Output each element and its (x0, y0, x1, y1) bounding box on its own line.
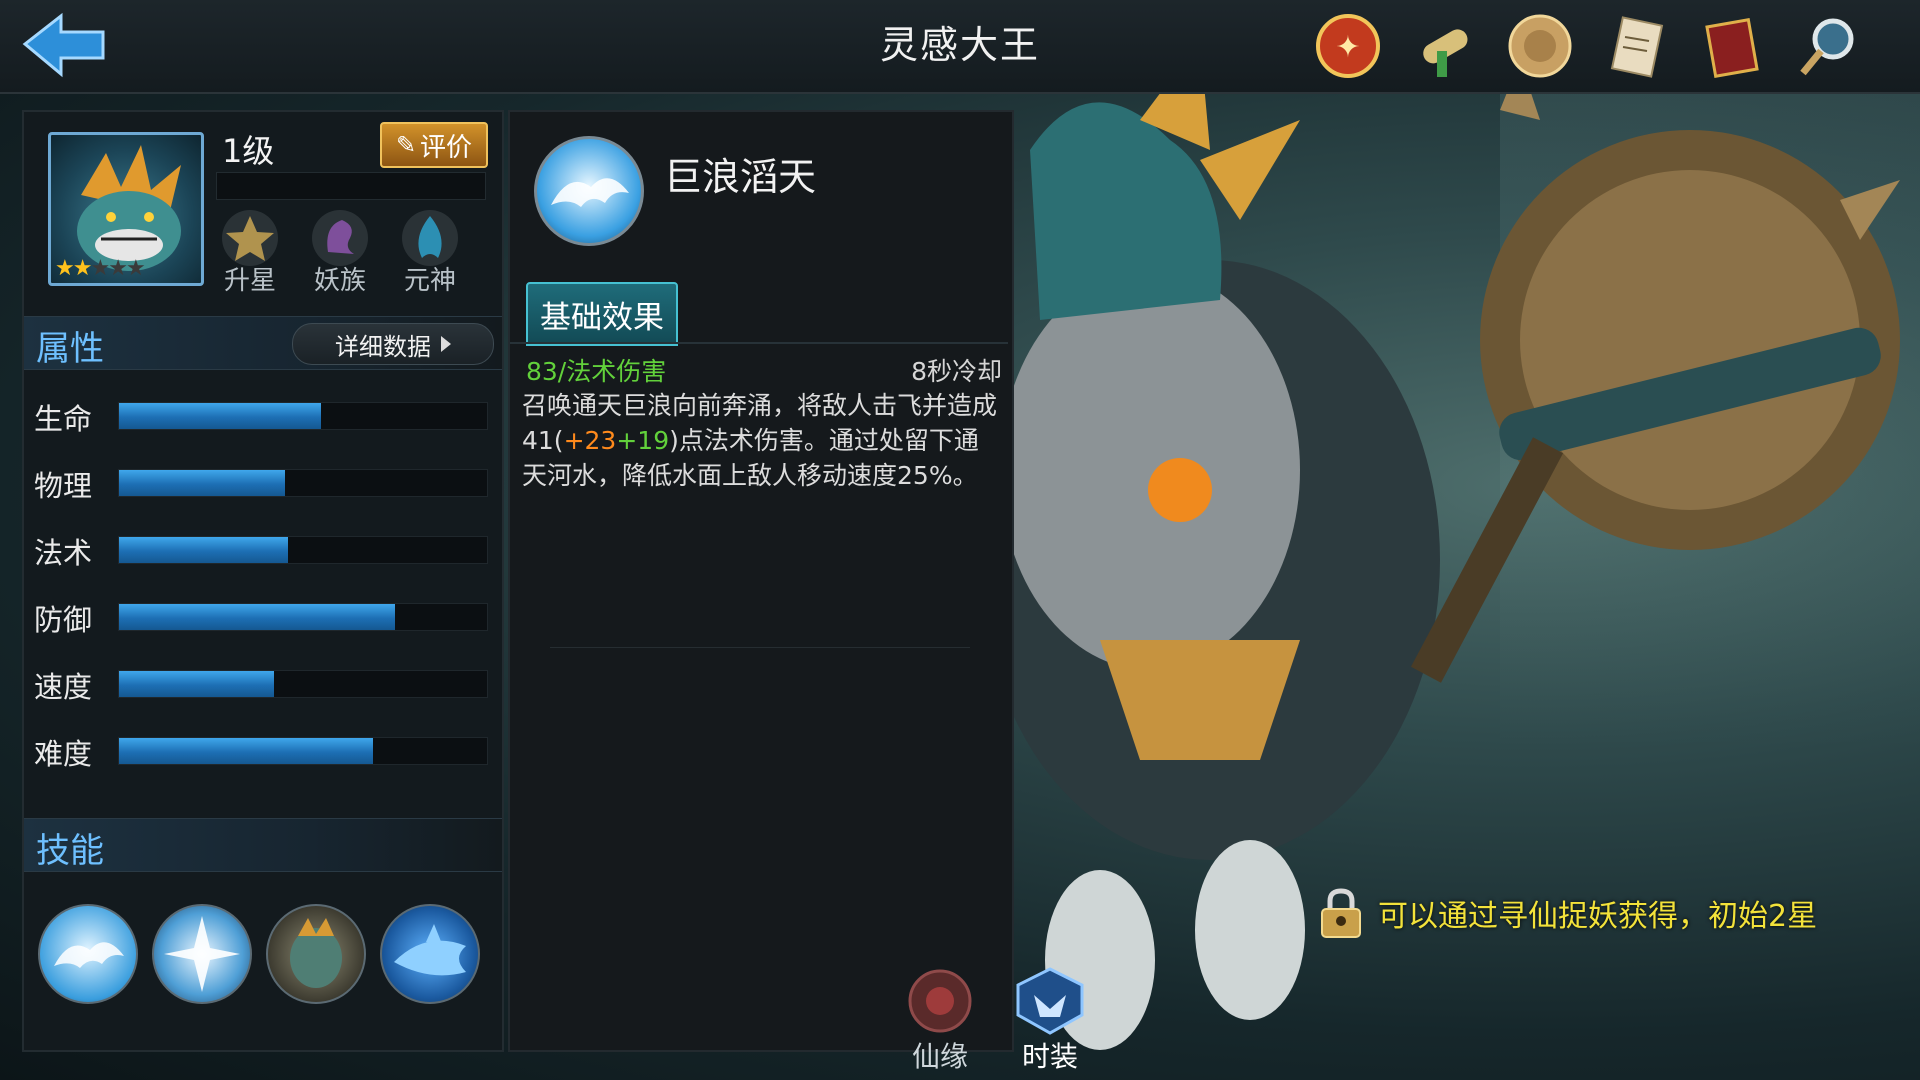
star-upgrade-label: 升星 (223, 266, 276, 296)
stat-bar (118, 670, 488, 698)
stat-bar-fill (119, 470, 285, 496)
book-icon[interactable] (1692, 6, 1772, 86)
stat-row-speed: 速度 (34, 660, 494, 704)
lock-icon (1321, 888, 1361, 938)
ice-shard-skill-icon[interactable] (152, 904, 252, 1004)
stat-label: 速度 (34, 670, 93, 704)
spirit-label: 元神 (403, 266, 456, 296)
tab-fate[interactable]: 仙缘 (890, 965, 990, 1077)
fate-icon (908, 969, 972, 1033)
detail-data-label: 详细数据 (335, 332, 431, 361)
stat-row-difficulty: 难度 (34, 727, 494, 771)
skill-cooldown: 8秒冷却 (911, 357, 1002, 386)
wave-skill-icon[interactable] (38, 904, 138, 1004)
svg-text:✦: ✦ (1335, 30, 1360, 65)
rate-button-label: 评价 (420, 132, 473, 163)
tab-fate-label: 仙缘 (911, 1040, 968, 1073)
hero-info-panel: ★★★★★ 1级 ✎ 评价 升星 妖族 元神 属性 详细数据 生命 物理 法术 … (22, 110, 504, 1052)
document-icon[interactable] (1596, 6, 1676, 86)
skills-title: 技能 (36, 831, 104, 871)
stat-label: 难度 (34, 737, 93, 771)
spirit-icon (402, 210, 458, 266)
stat-bar-fill (119, 403, 322, 429)
demon-clan-button[interactable]: 妖族 (298, 208, 382, 296)
skill-damage: 83/法术伤害 (526, 357, 667, 386)
star-upgrade-icon (222, 210, 278, 266)
stat-bar (118, 536, 488, 564)
rate-button[interactable]: ✎ 评价 (380, 122, 488, 168)
back-arrow-icon (22, 12, 105, 78)
stat-row-hp: 生命 (34, 392, 494, 436)
attributes-header: 属性 详细数据 (24, 316, 502, 370)
trial-seal-icon[interactable]: ✦ (1308, 6, 1388, 86)
level-progress-bar (216, 172, 486, 200)
star-empty-icon: ★ (108, 256, 128, 281)
stat-bar (118, 603, 488, 631)
stat-bar-fill (119, 671, 274, 697)
star-empty-icon: ★ (125, 256, 146, 281)
demon-clan-icon (312, 210, 368, 266)
stat-bar-fill (119, 738, 373, 764)
stat-label: 生命 (34, 402, 93, 436)
star-filled-icon: ★ (72, 256, 93, 281)
skills-header: 技能 (24, 818, 502, 872)
bonus-value-green: +19 (616, 426, 670, 455)
costume-icon (1016, 967, 1084, 1035)
acquire-hint: 可以通过寻仙捉妖获得，初始2星 (1318, 886, 1817, 940)
skill-name: 巨浪滔天 (664, 155, 817, 199)
tab-underline (510, 342, 1008, 344)
spirit-button[interactable]: 元神 (388, 208, 472, 296)
hero-star-rating: ★★★★★ (55, 256, 146, 281)
top-bar: 灵感大王 ✦ (0, 0, 1920, 94)
demon-clan-label: 妖族 (313, 266, 366, 296)
stat-label: 物理 (34, 469, 93, 503)
arrow-right-icon (441, 336, 451, 352)
back-button[interactable] (14, 6, 110, 84)
skill-detail-panel: 巨浪滔天 基础效果 83/法术伤害 8秒冷却 召唤通天巨浪向前奔涌，将敌人击飞并… (508, 110, 1014, 1052)
stat-bar (118, 469, 488, 497)
tab-basic-effect[interactable]: 基础效果 (526, 282, 678, 346)
skill-description: 召唤通天巨浪向前奔涌，将敌人击飞并造成41(+23+19)点法术伤害。通过处留下… (522, 388, 1002, 493)
stat-label: 法术 (34, 536, 93, 570)
acquire-hint-text: 可以通过寻仙捉妖获得，初始2星 (1378, 899, 1818, 934)
stat-row-defense: 防御 (34, 593, 494, 637)
stat-bar-fill (119, 604, 395, 630)
wave-skill-large-icon (534, 136, 644, 246)
star-empty-icon: ★ (90, 256, 110, 281)
detail-data-button[interactable]: 详细数据 (292, 323, 494, 365)
stat-bar-fill (119, 537, 289, 563)
page-title: 灵感大王 (879, 23, 1040, 67)
scroll-icon[interactable] (1404, 6, 1484, 86)
fish-warrior-skill-icon[interactable] (266, 904, 366, 1004)
edit-icon: ✎ (395, 131, 417, 159)
stat-bar (118, 737, 488, 765)
tab-costume[interactable]: 时装 (1000, 965, 1100, 1077)
shark-skill-icon[interactable] (380, 904, 480, 1004)
magnifier-icon[interactable] (1788, 6, 1868, 86)
bonus-value-orange: +23 (563, 426, 617, 455)
hero-level: 1级 (222, 132, 275, 170)
stat-row-magic: 法术 (34, 526, 494, 570)
stat-label: 防御 (34, 603, 93, 637)
tab-costume-label: 时装 (1021, 1040, 1078, 1073)
star-upgrade-button[interactable]: 升星 (208, 208, 292, 296)
hero-portrait[interactable]: ★★★★★ (48, 132, 204, 286)
star-filled-icon: ★ (55, 256, 75, 281)
stat-bar (118, 402, 488, 430)
stat-row-physical: 物理 (34, 459, 494, 503)
coin-icon[interactable] (1500, 6, 1580, 86)
attributes-title: 属性 (36, 329, 104, 369)
bottom-tab-bar: 仙缘 时装 (890, 965, 1190, 1080)
divider (550, 647, 970, 648)
